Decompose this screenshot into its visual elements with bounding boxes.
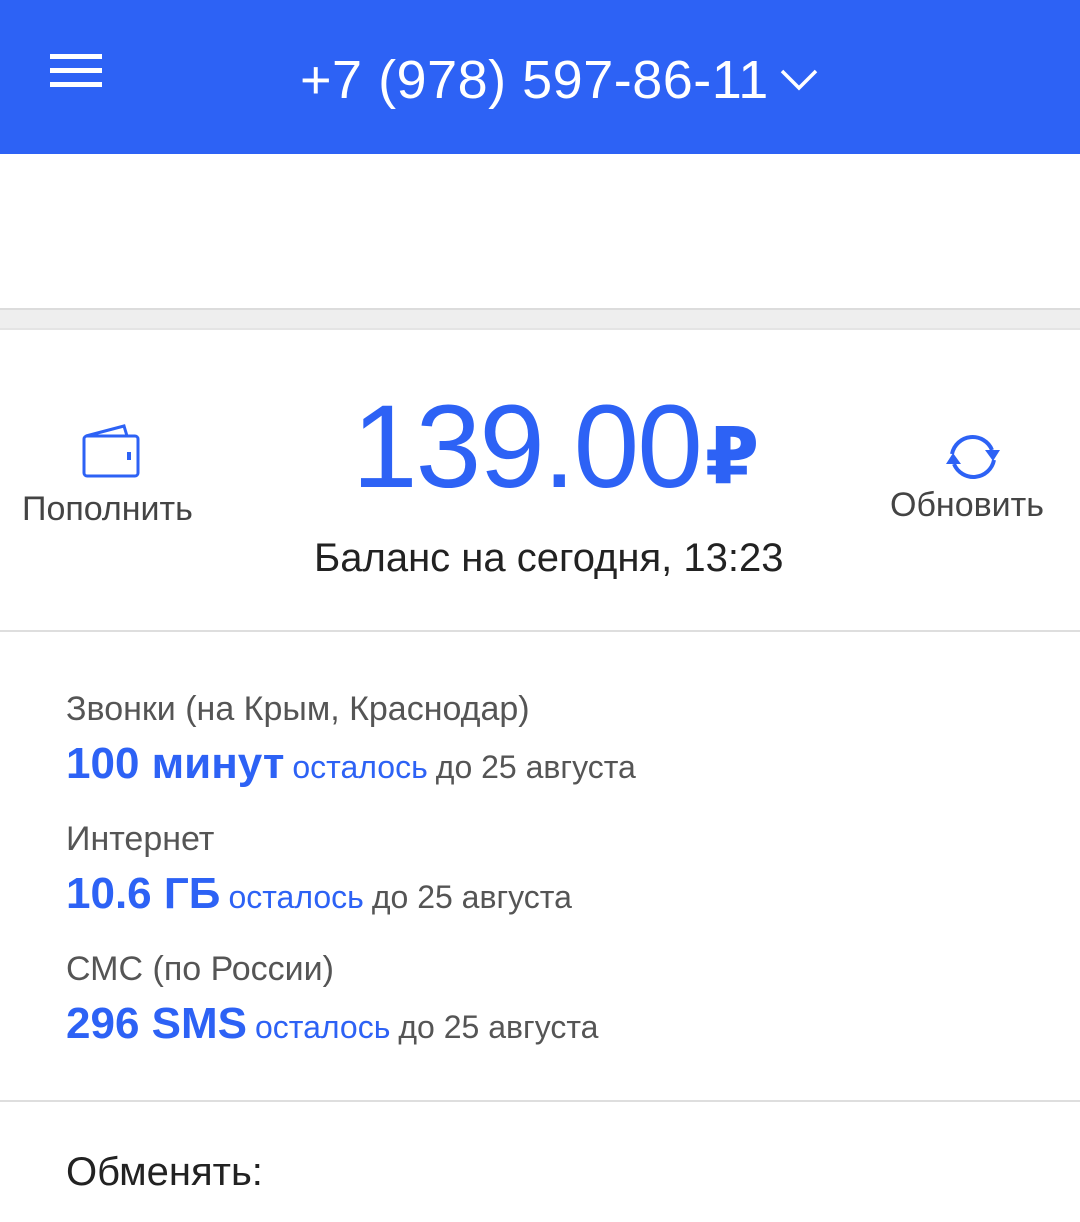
- balance-caption: Баланс на сегодня, 13:23: [314, 536, 784, 580]
- section-divider: [0, 308, 1080, 330]
- quota-title: СМС (по России): [66, 950, 334, 988]
- exchange-title: Обменять:: [66, 1150, 263, 1194]
- quota-amount: 10.6 ГБ: [66, 869, 221, 918]
- currency-symbol: ₽: [704, 412, 760, 500]
- refresh-icon: [946, 435, 1000, 479]
- quota-remaining-label: осталось: [228, 879, 364, 915]
- topup-label: Пополнить: [22, 490, 193, 528]
- wallet-icon: [82, 424, 140, 478]
- refresh-label: Обновить: [890, 486, 1044, 524]
- balance-value: 139.00: [352, 381, 703, 513]
- quota-remaining-label: осталось: [292, 749, 428, 785]
- hamburger-menu-icon: [50, 54, 102, 87]
- balance-amount: 139.00 ₽: [352, 382, 759, 512]
- quota-until: до 25 августа: [371, 879, 572, 915]
- quota-section: Звонки (на Крым, Краснодар) 100 минут ост…: [0, 634, 1080, 1102]
- menu-button[interactable]: [44, 48, 114, 104]
- quota-until: до 25 августа: [398, 1009, 599, 1045]
- quota-amount: 100 минут: [66, 739, 285, 788]
- quota-remaining-label: осталось: [254, 1009, 391, 1045]
- topup-button[interactable]: Пополнить: [14, 422, 214, 542]
- balance-section: Пополнить 139.00 ₽ Баланс на сегодня, 13…: [0, 330, 1080, 632]
- phone-number-selector[interactable]: +7 (978) 597-86-11: [300, 40, 819, 120]
- quota-calls[interactable]: Звонки (на Крым, Краснодар) 100 минут ост…: [66, 684, 1046, 794]
- quota-amount: 296 SMS: [66, 999, 247, 1048]
- quota-title: Интернет: [66, 820, 215, 858]
- quota-sms[interactable]: СМС (по России) 296 SMS осталось до 25 авг…: [66, 944, 1046, 1054]
- quota-internet[interactable]: Интернет 10.6 ГБ осталось до 25 августа: [66, 814, 1046, 924]
- refresh-button[interactable]: Обновить: [880, 422, 1070, 542]
- quota-title: Звонки (на Крым, Краснодар): [66, 690, 530, 728]
- banner-area: [0, 154, 1080, 308]
- chevron-down-icon: [780, 69, 818, 91]
- quota-until: до 25 августа: [435, 749, 636, 785]
- app-header: +7 (978) 597-86-11: [0, 0, 1080, 154]
- phone-number: +7 (978) 597-86-11: [300, 50, 769, 110]
